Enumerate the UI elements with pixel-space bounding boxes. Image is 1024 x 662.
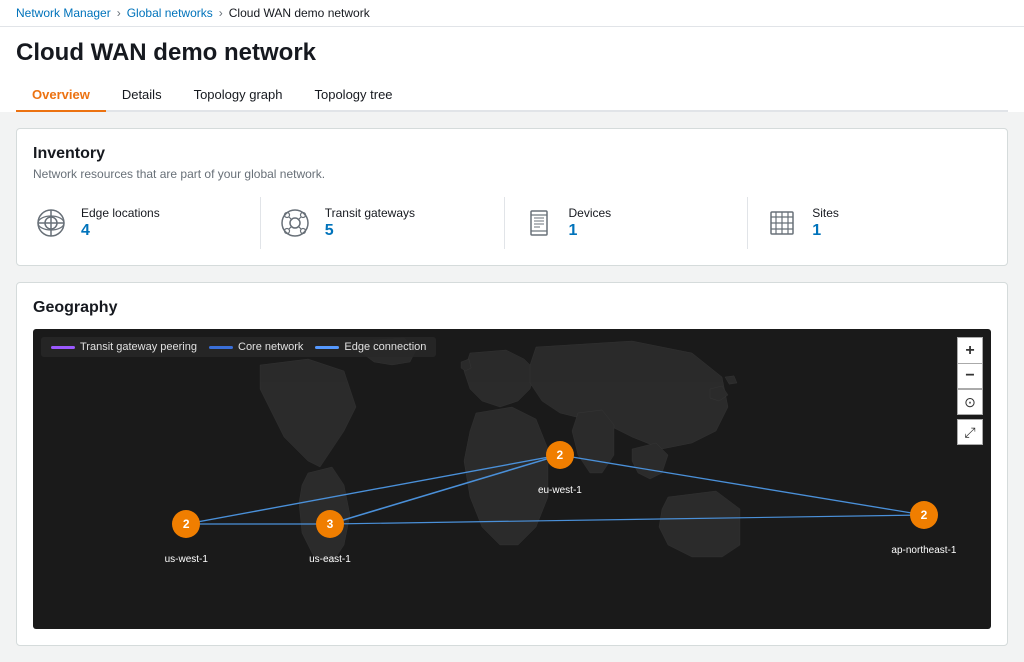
legend-transit-gateway-peering: Transit gateway peering [51,341,197,353]
map-node-count-eu-west-1: 2 [557,448,564,462]
breadcrumb-global-networks[interactable]: Global networks [127,6,213,20]
reset-button[interactable]: ⊙ [957,389,983,415]
inventory-item-edge-locations: Edge locations 4 [33,197,261,249]
devices-icon [521,205,557,241]
sites-info: Sites 1 [812,206,839,240]
map-legend: Transit gateway peering Core network Edg… [41,337,436,357]
transit-gateways-info: Transit gateways 5 [325,206,415,240]
map-node-eu-west-1[interactable]: 2 [546,441,574,469]
breadcrumb-sep-2: › [219,6,223,20]
zoom-in-button[interactable]: + [957,337,983,363]
map-node-us-east-1[interactable]: 3 [316,510,344,538]
tab-overview[interactable]: Overview [16,79,106,112]
inventory-subtitle: Network resources that are part of your … [33,167,991,181]
map-node-ap-northeast-1[interactable]: 2 [910,501,938,529]
map-node-count-us-west-1: 2 [183,517,190,531]
map-node-label-eu-west-1: eu-west-1 [538,485,582,496]
legend-label-core: Core network [238,341,303,353]
edge-locations-label: Edge locations [81,206,160,220]
sites-icon [764,205,800,241]
breadcrumb-current: Cloud WAN demo network [229,6,370,20]
legend-line-core [209,346,233,349]
breadcrumb-bar: Network Manager › Global networks › Clou… [0,0,1024,27]
tab-details[interactable]: Details [106,79,178,112]
inventory-item-devices: Devices 1 [505,197,749,249]
edge-locations-icon [33,205,69,241]
geography-title: Geography [33,299,991,317]
inventory-grid: Edge locations 4 [33,197,991,249]
legend-line-peering [51,346,75,349]
tab-topology-tree[interactable]: Topology tree [298,79,408,112]
map-node-label-us-east-1: us-east-1 [309,554,351,565]
map-node-count-ap-northeast-1: 2 [921,508,928,522]
transit-gateways-label: Transit gateways [325,206,415,220]
devices-count[interactable]: 1 [569,222,612,240]
transit-gateways-icon [277,205,313,241]
map-node-us-west-1[interactable]: 2 [172,510,200,538]
map-controls: + − ⊙ ⤢ [957,337,983,445]
inventory-item-transit-gateways: Transit gateways 5 [261,197,505,249]
legend-label-edge: Edge connection [344,341,426,353]
map-container[interactable]: Transit gateway peering Core network Edg… [33,329,991,629]
map-node-label-ap-northeast-1: ap-northeast-1 [891,545,956,556]
breadcrumb-sep-1: › [117,6,121,20]
sites-label: Sites [812,206,839,220]
edge-locations-count[interactable]: 4 [81,222,160,240]
geography-card: Geography [16,282,1008,646]
legend-core-network: Core network [209,341,303,353]
edge-locations-info: Edge locations 4 [81,206,160,240]
inventory-card: Inventory Network resources that are par… [16,128,1008,266]
zoom-out-button[interactable]: − [957,363,983,389]
transit-gateways-count[interactable]: 5 [325,222,415,240]
tab-topology-graph[interactable]: Topology graph [178,79,299,112]
map-connections [33,329,991,629]
main-content: Inventory Network resources that are par… [0,112,1024,662]
sites-count[interactable]: 1 [812,222,839,240]
expand-button[interactable]: ⤢ [957,419,983,445]
inventory-item-sites: Sites 1 [748,197,991,249]
devices-info: Devices 1 [569,206,612,240]
legend-edge-connection: Edge connection [315,341,426,353]
legend-line-edge [315,346,339,349]
page-title: Cloud WAN demo network [16,39,1008,67]
legend-label-peering: Transit gateway peering [80,341,197,353]
tab-bar: Overview Details Topology graph Topology… [16,79,1008,112]
page-header: Cloud WAN demo network Overview Details … [0,27,1024,112]
devices-label: Devices [569,206,612,220]
map-node-count-us-east-1: 3 [327,517,334,531]
breadcrumb-network-manager[interactable]: Network Manager [16,6,111,20]
map-node-label-us-west-1: us-west-1 [165,554,208,565]
inventory-title: Inventory [33,145,991,163]
